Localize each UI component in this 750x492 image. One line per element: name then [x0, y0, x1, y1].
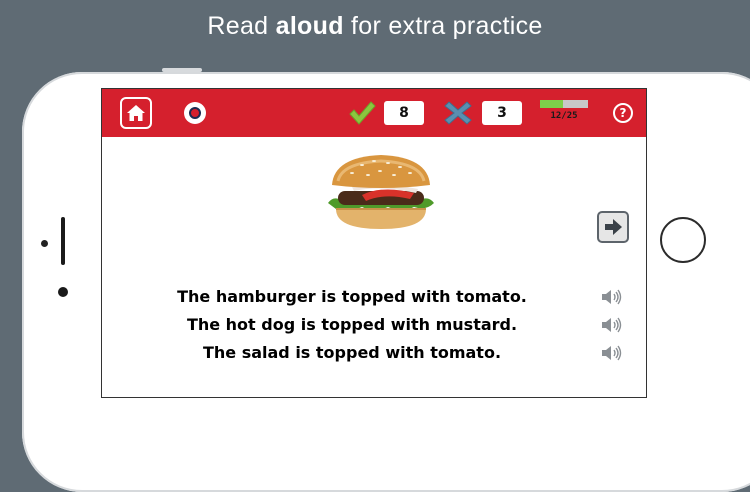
toolbar: 8 3 12/25 ?	[102, 89, 646, 137]
wrong-count: 3	[482, 101, 522, 125]
next-button[interactable]	[597, 211, 629, 243]
banner-suffix: for extra practice	[343, 12, 543, 40]
home-icon	[127, 105, 145, 121]
record-icon	[189, 107, 201, 119]
promo-banner: Read aloud for extra practice	[0, 12, 750, 41]
progress-bar	[540, 100, 588, 108]
progress-label: 12/25	[550, 111, 578, 121]
app-screen: 8 3 12/25 ? The hamburger is topped with…	[101, 88, 647, 398]
sentence-option-3[interactable]: The salad is topped with tomato.	[132, 343, 572, 362]
speaker-icon[interactable]	[600, 288, 622, 306]
correct-count: 8	[384, 101, 424, 125]
speaker-icon[interactable]	[600, 316, 622, 334]
help-icon: ?	[619, 106, 627, 120]
banner-prefix: Read	[207, 12, 276, 40]
checkmark-icon	[349, 101, 376, 125]
home-button[interactable]	[120, 97, 152, 129]
phone-speaker	[61, 217, 65, 265]
hamburger-image	[328, 155, 434, 229]
record-button[interactable]	[184, 102, 206, 124]
help-button[interactable]: ?	[613, 103, 633, 123]
sentence-option-1[interactable]: The hamburger is topped with tomato.	[132, 287, 572, 306]
banner-bold: aloud	[275, 12, 344, 40]
progress-fill	[540, 100, 564, 108]
phone-camera	[58, 287, 68, 297]
cross-icon	[444, 101, 472, 125]
sentence-option-2[interactable]: The hot dog is topped with mustard.	[132, 315, 572, 334]
phone-home-button[interactable]	[660, 217, 706, 263]
speaker-icon[interactable]	[600, 344, 622, 362]
phone-sensor	[41, 240, 48, 247]
next-arrow-icon	[605, 219, 622, 235]
